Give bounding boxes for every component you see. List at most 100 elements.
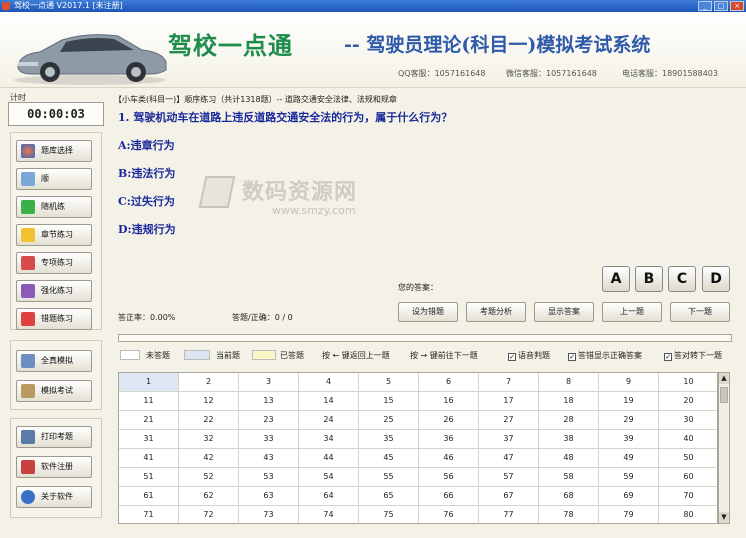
question-number-cell[interactable]: 29	[599, 411, 659, 430]
question-number-cell[interactable]: 39	[599, 430, 659, 449]
question-number-cell[interactable]: 31	[119, 430, 179, 449]
wrong-question-practice-button[interactable]: 错题练习	[16, 308, 92, 330]
full-simulation-button[interactable]: 全真模拟	[16, 350, 92, 372]
question-number-cell[interactable]: 28	[539, 411, 599, 430]
question-number-cell[interactable]: 2	[179, 373, 239, 392]
question-number-cell[interactable]: 73	[239, 506, 299, 523]
question-number-cell[interactable]: 51	[119, 468, 179, 487]
chapter-practice-button[interactable]: 章节练习	[16, 224, 92, 246]
question-number-cell[interactable]: 56	[419, 468, 479, 487]
question-number-cell[interactable]: 61	[119, 487, 179, 506]
question-number-cell[interactable]: 40	[659, 430, 717, 449]
question-number-cell[interactable]: 11	[119, 392, 179, 411]
question-number-cell[interactable]: 27	[479, 411, 539, 430]
question-number-cell[interactable]: 47	[479, 449, 539, 468]
question-number-cell[interactable]: 25	[359, 411, 419, 430]
question-number-cell[interactable]: 63	[239, 487, 299, 506]
scroll-up-icon[interactable]: ▲	[719, 373, 729, 384]
question-number-cell[interactable]: 79	[599, 506, 659, 523]
scroll-down-icon[interactable]: ▼	[719, 512, 729, 523]
question-number-cell[interactable]: 37	[479, 430, 539, 449]
question-number-cell[interactable]: 49	[599, 449, 659, 468]
question-number-cell[interactable]: 78	[539, 506, 599, 523]
next-question-button[interactable]: 下一题	[670, 302, 730, 322]
answer-c-button[interactable]: C	[668, 266, 696, 292]
question-number-cell[interactable]: 59	[599, 468, 659, 487]
question-number-cell[interactable]: 46	[419, 449, 479, 468]
question-number-cell[interactable]: 3	[239, 373, 299, 392]
question-number-cell[interactable]: 12	[179, 392, 239, 411]
minimize-button[interactable]: _	[698, 1, 712, 11]
question-number-cell[interactable]: 80	[659, 506, 717, 523]
question-number-cell[interactable]: 34	[299, 430, 359, 449]
question-analysis-button[interactable]: 考题分析	[466, 302, 526, 322]
question-number-cell[interactable]: 26	[419, 411, 479, 430]
question-number-cell[interactable]: 76	[419, 506, 479, 523]
print-questions-button[interactable]: 打印考题	[16, 426, 92, 448]
question-number-cell[interactable]: 9	[599, 373, 659, 392]
question-number-cell[interactable]: 70	[659, 487, 717, 506]
question-number-cell[interactable]: 7	[479, 373, 539, 392]
question-number-cell[interactable]: 45	[359, 449, 419, 468]
question-number-cell[interactable]: 48	[539, 449, 599, 468]
question-number-cell[interactable]: 41	[119, 449, 179, 468]
auto-next-checkbox[interactable]: ✓ 答对转下一题	[664, 350, 722, 361]
question-number-cell[interactable]: 77	[479, 506, 539, 523]
question-number-cell[interactable]: 4	[299, 373, 359, 392]
question-number-cell[interactable]: 67	[479, 487, 539, 506]
question-number-cell[interactable]: 69	[599, 487, 659, 506]
question-number-cell[interactable]: 42	[179, 449, 239, 468]
question-number-cell[interactable]: 18	[539, 392, 599, 411]
close-button[interactable]: ×	[730, 1, 744, 11]
title-bar[interactable]: 驾校一点通 V2017.1 [未注册] _ □ ×	[0, 0, 746, 12]
question-number-cell[interactable]: 5	[359, 373, 419, 392]
random-practice-button[interactable]: 随机练	[16, 196, 92, 218]
question-number-cell[interactable]: 53	[239, 468, 299, 487]
question-number-cell[interactable]: 30	[659, 411, 717, 430]
question-number-cell[interactable]: 8	[539, 373, 599, 392]
question-number-cell[interactable]: 64	[299, 487, 359, 506]
question-number-cell[interactable]: 21	[119, 411, 179, 430]
question-number-cell[interactable]: 72	[179, 506, 239, 523]
answer-a-button[interactable]: A	[602, 266, 630, 292]
question-number-cell[interactable]: 1	[119, 373, 179, 392]
library-select-button[interactable]: 题库选择	[16, 140, 92, 162]
scroll-thumb[interactable]	[720, 387, 728, 403]
question-number-cell[interactable]: 14	[299, 392, 359, 411]
voice-judge-checkbox[interactable]: ✓ 语音判题	[508, 350, 550, 361]
grid-scrollbar[interactable]: ▲ ▼	[718, 372, 730, 524]
question-number-cell[interactable]: 57	[479, 468, 539, 487]
answer-d-button[interactable]: D	[702, 266, 730, 292]
question-number-cell[interactable]: 50	[659, 449, 717, 468]
question-number-cell[interactable]: 66	[419, 487, 479, 506]
previous-question-button[interactable]: 上一题	[602, 302, 662, 322]
question-number-cell[interactable]: 75	[359, 506, 419, 523]
question-number-cell[interactable]: 13	[239, 392, 299, 411]
question-number-cell[interactable]: 44	[299, 449, 359, 468]
question-number-cell[interactable]: 38	[539, 430, 599, 449]
question-number-cell[interactable]: 60	[659, 468, 717, 487]
question-number-cell[interactable]: 32	[179, 430, 239, 449]
question-number-cell[interactable]: 17	[479, 392, 539, 411]
question-number-cell[interactable]: 65	[359, 487, 419, 506]
question-number-cell[interactable]: 54	[299, 468, 359, 487]
question-number-cell[interactable]: 33	[239, 430, 299, 449]
question-number-cell[interactable]: 16	[419, 392, 479, 411]
question-number-cell[interactable]: 43	[239, 449, 299, 468]
question-number-cell[interactable]: 58	[539, 468, 599, 487]
question-number-cell[interactable]: 55	[359, 468, 419, 487]
question-number-cell[interactable]: 71	[119, 506, 179, 523]
maximize-button[interactable]: □	[714, 1, 728, 11]
register-button[interactable]: 软件注册	[16, 456, 92, 478]
question-number-cell[interactable]: 19	[599, 392, 659, 411]
question-number-cell[interactable]: 15	[359, 392, 419, 411]
show-correct-answer-checkbox[interactable]: ✓ 答错显示正确答案	[568, 350, 642, 361]
question-number-cell[interactable]: 10	[659, 373, 717, 392]
question-number-cell[interactable]: 36	[419, 430, 479, 449]
question-number-cell[interactable]: 62	[179, 487, 239, 506]
question-number-cell[interactable]: 6	[419, 373, 479, 392]
show-answer-button[interactable]: 显示答案	[534, 302, 594, 322]
question-number-cell[interactable]: 24	[299, 411, 359, 430]
mock-exam-button[interactable]: 模拟考试	[16, 380, 92, 402]
question-number-cell[interactable]: 68	[539, 487, 599, 506]
